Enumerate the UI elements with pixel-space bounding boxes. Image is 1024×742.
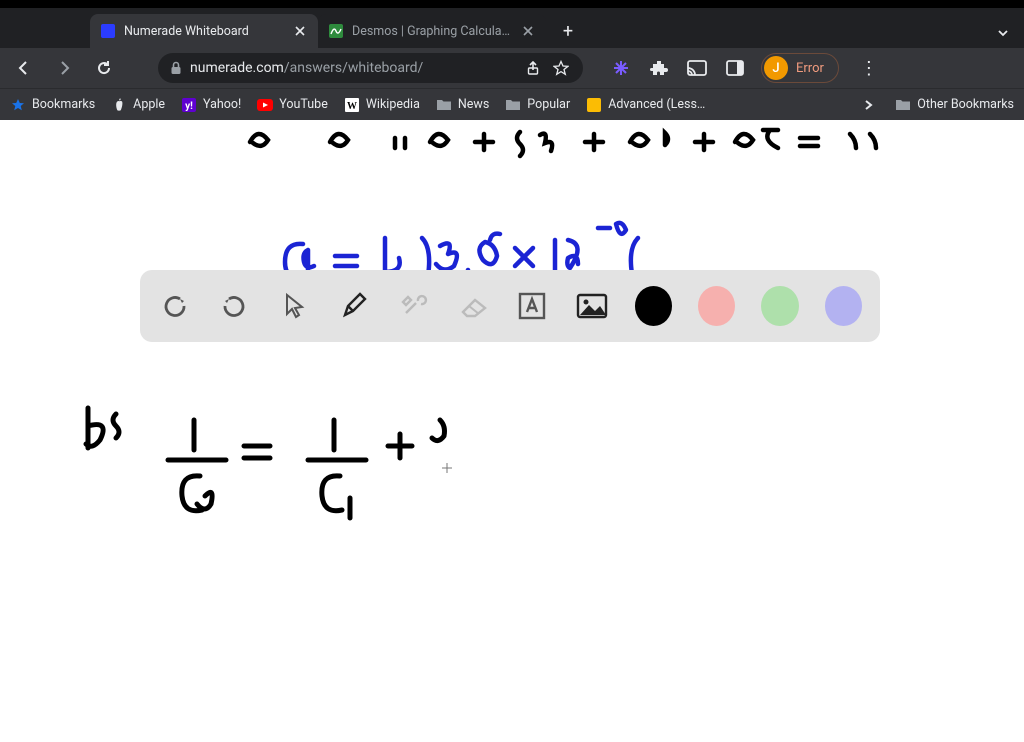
browser-toolbar: numerade.com/answers/whiteboard/ J Error… — [0, 48, 1024, 88]
color-green[interactable] — [761, 286, 798, 326]
tab-favicon-desmos — [328, 23, 344, 39]
close-icon[interactable] — [292, 23, 308, 39]
color-black[interactable] — [635, 286, 672, 326]
apple-icon — [111, 97, 127, 113]
bookmark-wikipedia[interactable]: W Wikipedia — [344, 97, 420, 113]
tab-favicon-numerade — [100, 23, 116, 39]
bookmarks-bar: Bookmarks Apple y! Yahoo! YouTube W Wiki… — [0, 88, 1024, 120]
bookmark-youtube[interactable]: YouTube — [257, 97, 328, 113]
close-icon[interactable] — [520, 23, 536, 39]
other-bookmarks[interactable]: Other Bookmarks — [895, 97, 1014, 113]
wikipedia-icon: W — [344, 97, 360, 113]
color-pink[interactable] — [698, 286, 735, 326]
tab-numerade[interactable]: Numerade Whiteboard — [90, 14, 318, 48]
folder-icon — [505, 97, 521, 113]
folder-icon — [895, 97, 911, 113]
reload-button[interactable] — [88, 52, 120, 84]
bookmark-yahoo[interactable]: y! Yahoo! — [181, 97, 241, 113]
side-panel-icon[interactable] — [723, 56, 747, 80]
omnibox[interactable]: numerade.com/answers/whiteboard/ — [158, 53, 583, 83]
whiteboard-canvas[interactable] — [0, 120, 1024, 742]
bookmark-advanced[interactable]: Advanced (Less… — [586, 97, 705, 113]
back-button[interactable] — [8, 52, 40, 84]
pointer-tool[interactable] — [277, 288, 311, 324]
whiteboard-toolbar — [140, 270, 880, 342]
undo-button[interactable] — [158, 288, 192, 324]
omnibox-url: numerade.com/answers/whiteboard/ — [190, 60, 515, 76]
tools-button[interactable] — [396, 288, 430, 324]
pen-tool[interactable] — [337, 288, 371, 324]
square-icon — [586, 97, 602, 113]
share-icon[interactable] — [523, 58, 543, 78]
profile-status: Error — [796, 61, 824, 76]
tab-title: Desmos | Graphing Calculator — [352, 24, 512, 39]
bookmark-news[interactable]: News — [436, 97, 489, 113]
star-icon[interactable] — [551, 58, 571, 78]
bookmark-apple[interactable]: Apple — [111, 97, 165, 113]
redo-button[interactable] — [218, 288, 252, 324]
extensions-icon[interactable] — [647, 56, 671, 80]
star-icon — [10, 97, 26, 113]
bookmarks-overflow-icon[interactable] — [857, 99, 879, 111]
cast-icon[interactable] — [685, 56, 709, 80]
extension-icon-asterisk[interactable] — [609, 56, 633, 80]
text-tool[interactable] — [516, 288, 550, 324]
kebab-menu-icon[interactable]: ⋮ — [855, 54, 883, 82]
avatar: J — [764, 56, 788, 80]
yahoo-icon: y! — [181, 97, 197, 113]
tab-title: Numerade Whiteboard — [124, 24, 284, 39]
bookmark-bookmarks[interactable]: Bookmarks — [10, 97, 95, 113]
forward-button[interactable] — [48, 52, 80, 84]
tab-desmos[interactable]: Desmos | Graphing Calculator — [318, 14, 546, 48]
profile-chip[interactable]: J Error — [761, 53, 839, 83]
svg-text:y!: y! — [185, 101, 193, 112]
color-purple[interactable] — [825, 286, 862, 326]
lock-icon — [170, 61, 182, 75]
folder-icon — [436, 97, 452, 113]
window-chevron-icon[interactable] — [996, 26, 1024, 48]
page-content — [0, 120, 1024, 742]
image-tool[interactable] — [575, 288, 609, 324]
new-tab-button[interactable]: + — [554, 17, 582, 45]
tab-strip: Numerade Whiteboard Desmos | Graphing Ca… — [0, 8, 1024, 48]
youtube-icon — [257, 97, 273, 113]
bookmark-popular[interactable]: Popular — [505, 97, 570, 113]
eraser-tool[interactable] — [456, 288, 490, 324]
svg-text:W: W — [347, 101, 357, 112]
